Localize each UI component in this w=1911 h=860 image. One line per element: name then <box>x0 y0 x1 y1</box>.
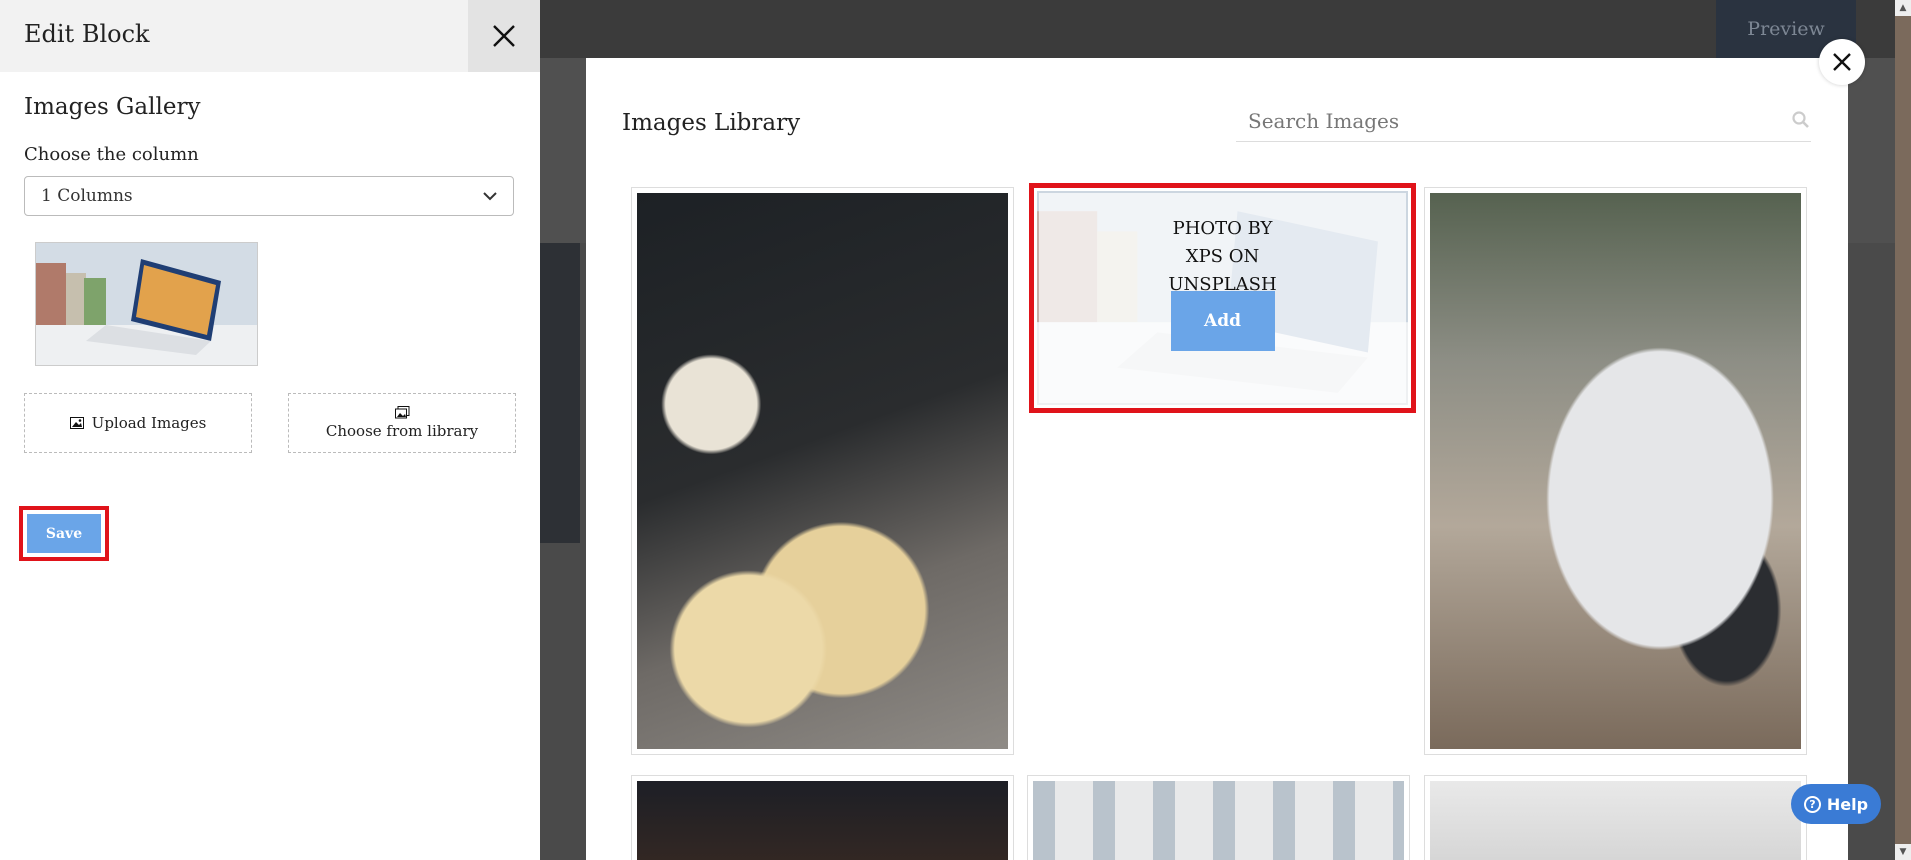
image-icon <box>69 417 84 429</box>
image-card[interactable] <box>631 775 1014 860</box>
column-label: Choose the column <box>24 144 199 165</box>
search-input[interactable] <box>1236 100 1770 142</box>
save-button[interactable]: Save <box>27 514 101 553</box>
scroll-up-arrow-icon[interactable]: ▲ <box>1895 0 1911 16</box>
question-icon: ? <box>1803 795 1821 813</box>
image-card[interactable] <box>631 187 1014 755</box>
column-select-value: 1 Columns <box>41 186 133 206</box>
close-modal-button[interactable] <box>1819 39 1865 85</box>
edit-block-panel: Edit Block Images Gallery Choose the col… <box>0 0 540 860</box>
image-card[interactable] <box>1027 775 1410 860</box>
selected-image-thumbnail[interactable] <box>35 242 258 366</box>
building-photo <box>1033 781 1404 860</box>
images-library-modal: Images Library PHOTO BY XPS ON UNSPLASH … <box>586 58 1848 860</box>
choose-from-library-label: Choose from library <box>325 422 479 440</box>
save-highlight: Save <box>19 506 109 561</box>
image-card[interactable] <box>1424 187 1807 755</box>
portrait-photo <box>637 781 1008 860</box>
choose-from-library-button[interactable]: Choose from library <box>288 393 516 453</box>
close-icon <box>1833 53 1851 71</box>
laptop-photo <box>36 243 257 365</box>
person-photo <box>1430 781 1801 860</box>
image-hover-overlay: PHOTO BY XPS ON UNSPLASH Add <box>1039 193 1406 403</box>
background-topbar <box>540 0 1911 58</box>
close-panel-button[interactable] <box>468 0 540 72</box>
search-bar <box>1236 100 1811 142</box>
upload-images-label: Upload Images <box>91 414 207 432</box>
modal-title: Images Library <box>622 110 801 136</box>
scroll-down-arrow-icon[interactable]: ▼ <box>1895 844 1911 860</box>
column-select[interactable]: 1 Columns <box>24 176 514 216</box>
close-icon <box>493 25 515 47</box>
page-scrollbar[interactable]: ▲ ▼ <box>1895 0 1911 860</box>
help-label: Help <box>1826 794 1869 814</box>
car-photo <box>1430 193 1801 749</box>
upload-images-button[interactable]: Upload Images <box>24 393 252 453</box>
background-image-strip <box>540 243 580 543</box>
chevron-down-icon <box>483 192 497 201</box>
images-icon <box>394 406 409 419</box>
help-button[interactable]: ? Help <box>1791 784 1881 824</box>
edit-block-header: Edit Block <box>0 0 540 72</box>
photo-credit-caption: PHOTO BY XPS ON UNSPLASH <box>1168 218 1277 295</box>
section-title: Images Gallery <box>24 94 201 120</box>
add-image-button[interactable]: Add <box>1170 291 1275 351</box>
search-icon[interactable] <box>1791 110 1811 130</box>
pasta-photo <box>637 193 1008 749</box>
image-card-hovered[interactable]: PHOTO BY XPS ON UNSPLASH Add <box>1029 183 1416 413</box>
image-card[interactable] <box>1424 775 1807 860</box>
edit-block-title: Edit Block <box>24 20 150 48</box>
